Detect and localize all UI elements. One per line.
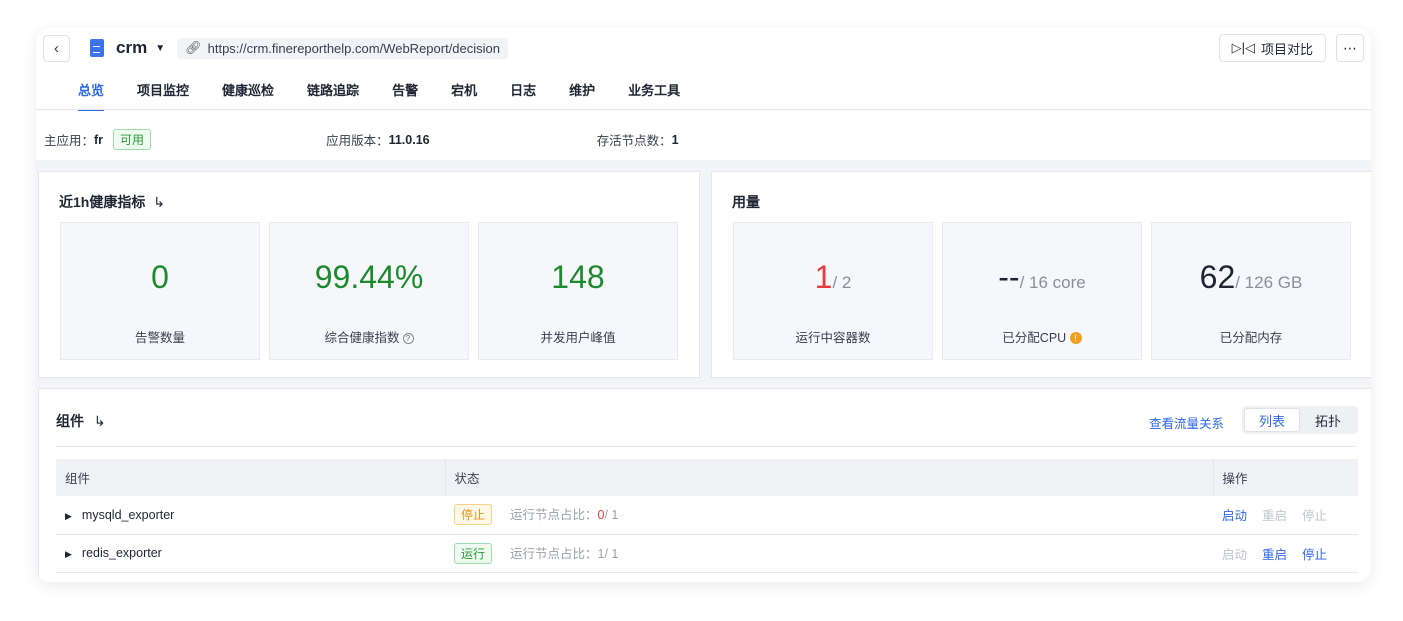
help-icon[interactable]: ? (402, 333, 414, 344)
view-toggle: 列表 拓扑 (1242, 406, 1358, 434)
tab-tracing[interactable]: 链路追踪 (307, 80, 359, 111)
divider (56, 446, 1356, 447)
tab-maintenance[interactable]: 维护 (569, 80, 595, 111)
nodes-label: 存活节点数： (596, 134, 672, 148)
app-info: 主应用： fr 可用 应用版本： 11.0.16 存活节点数： 1 (44, 129, 679, 150)
nodes-value: 1 (671, 132, 679, 147)
app-status-badge: 可用 (113, 129, 152, 150)
tab-project-monitor[interactable]: 项目监控 (137, 80, 189, 111)
component-name: redis_exporter (81, 546, 162, 560)
app-window: ‹ crm ▼ 🔗︎ https://crm.finereporthelp.com… (36, 28, 1371, 582)
components-title: 组件 (56, 413, 84, 429)
jump-arrow-icon[interactable]: ↳ (94, 413, 106, 429)
concurrent-users-value: 148 (551, 259, 605, 295)
column-header-status: 状态 (444, 459, 1213, 496)
ratio-label: 运行节点占比： (510, 546, 598, 561)
link-icon: 🔗︎ (185, 40, 202, 55)
version-value: 11.0.16 (388, 132, 430, 147)
project-url[interactable]: 🔗︎ https://crm.finereporthelp.com/WebRepo… (177, 37, 509, 59)
tab-logs[interactable]: 日志 (510, 80, 536, 111)
document-icon (90, 39, 104, 57)
stop-button[interactable]: 停止 (1302, 548, 1327, 562)
main-tabs: 总览 项目监控 健康巡检 链路追踪 告警 宕机 日志 维护 业务工具 (78, 80, 713, 111)
containers-label: 运行中容器数 (795, 331, 871, 345)
containers-tile: 1/ 2 运行中容器数 (733, 222, 933, 360)
component-name: mysqld_exporter (81, 507, 175, 522)
divider (36, 109, 1371, 110)
status-badge: 停止 (454, 504, 493, 526)
more-button[interactable]: ⋯ (1336, 34, 1364, 62)
concurrent-users-label: 并发用户峰值 (540, 331, 616, 345)
table-row: ▶ mysqld_exporter 停止 运行节点占比：0/ 1 启动 重启 停止 (56, 496, 1358, 535)
components-table: 组件 状态 操作 ▶ mysqld_exporter 停止 运行节点占比：0/ 1 启动… (56, 459, 1358, 573)
cpu-tile: --/ 16 core 已分配CPU ! (942, 222, 1142, 360)
warning-icon[interactable]: ! (1069, 332, 1082, 344)
topology-view-button[interactable]: 拓扑 (1300, 408, 1356, 432)
cpu-label: 已分配CPU (1002, 331, 1067, 345)
concurrent-users-tile[interactable]: 148 并发用户峰值 (478, 222, 678, 360)
expand-icon[interactable]: ▶ (65, 511, 72, 521)
back-button[interactable]: ‹ (43, 34, 70, 62)
containers-value: 1 (814, 259, 833, 295)
column-header-actions: 操作 (1212, 459, 1358, 496)
memory-value: 62 (1199, 259, 1236, 295)
memory-tile: 62/ 126 GB 已分配内存 (1151, 222, 1351, 360)
start-button: 启动 (1222, 547, 1248, 562)
containers-total: / 2 (832, 273, 852, 292)
tab-overview[interactable]: 总览 (78, 80, 105, 111)
total-count: / 1 (604, 508, 619, 523)
compare-icon: ▷|◁ (1231, 40, 1255, 55)
start-button[interactable]: 启动 (1222, 509, 1247, 523)
health-index-label: 综合健康指数 (324, 331, 400, 345)
more-icon: ⋯ (1343, 39, 1357, 56)
cpu-value: -- (998, 259, 1020, 295)
jump-arrow-icon[interactable]: ↳ (153, 194, 165, 210)
table-row: ▶ redis_exporter 运行 运行节点占比：1/ 1 启动 重启 停止 (56, 534, 1358, 573)
compare-label: 项目对比 (1260, 41, 1313, 57)
usage-title: 用量 (732, 194, 760, 210)
health-title: 近1h健康指标 (59, 194, 146, 210)
total-count: / 1 (604, 546, 619, 561)
column-header-component: 组件 (56, 459, 445, 496)
health-card: 近1h健康指标 ↳ 0 告警数量 99.44% 综合健康指数? 148 并发用户峰值 (38, 171, 700, 378)
memory-total: / 126 GB (1235, 273, 1303, 292)
url-text: https://crm.finereporthelp.com/WebReport… (207, 40, 501, 56)
project-dropdown-icon[interactable]: ▼ (155, 43, 165, 54)
view-traffic-link[interactable]: 查看流量关系 (1149, 413, 1224, 432)
tab-health-check[interactable]: 健康巡检 (222, 80, 274, 111)
restart-button[interactable]: 重启 (1262, 548, 1287, 562)
components-card: 组件 ↳ 查看流量关系 列表 拓扑 组件 状态 操作 ▶ mysqld_exporte… (38, 388, 1371, 582)
alert-count-value: 0 (151, 259, 169, 295)
cpu-total: / 16 core (1019, 273, 1086, 292)
health-index-tile[interactable]: 99.44% 综合健康指数? (269, 222, 469, 360)
tab-business-tools[interactable]: 业务工具 (628, 80, 680, 111)
alert-count-tile[interactable]: 0 告警数量 (60, 222, 260, 360)
project-title: crm (116, 38, 148, 57)
memory-label: 已分配内存 (1219, 331, 1283, 345)
usage-card: 用量 1/ 2 运行中容器数 --/ 16 core 已分配CPU ! 62/ 12… (711, 171, 1371, 378)
tab-downtime[interactable]: 宕机 (451, 80, 477, 111)
app-label: 主应用： (44, 134, 95, 148)
expand-icon[interactable]: ▶ (65, 549, 72, 559)
tab-alerts[interactable]: 告警 (392, 80, 418, 111)
list-view-button[interactable]: 列表 (1244, 408, 1300, 432)
version-label: 应用版本： (326, 134, 389, 148)
stop-button: 停止 (1302, 509, 1328, 524)
ratio-label: 运行节点占比： (510, 508, 598, 523)
health-index-value: 99.44% (314, 259, 424, 295)
status-badge: 运行 (454, 542, 493, 564)
compare-button[interactable]: ▷|◁ 项目对比 (1218, 34, 1326, 62)
alert-count-label: 告警数量 (134, 331, 185, 345)
restart-button: 重启 (1262, 509, 1288, 524)
app-value: fr (94, 132, 104, 147)
